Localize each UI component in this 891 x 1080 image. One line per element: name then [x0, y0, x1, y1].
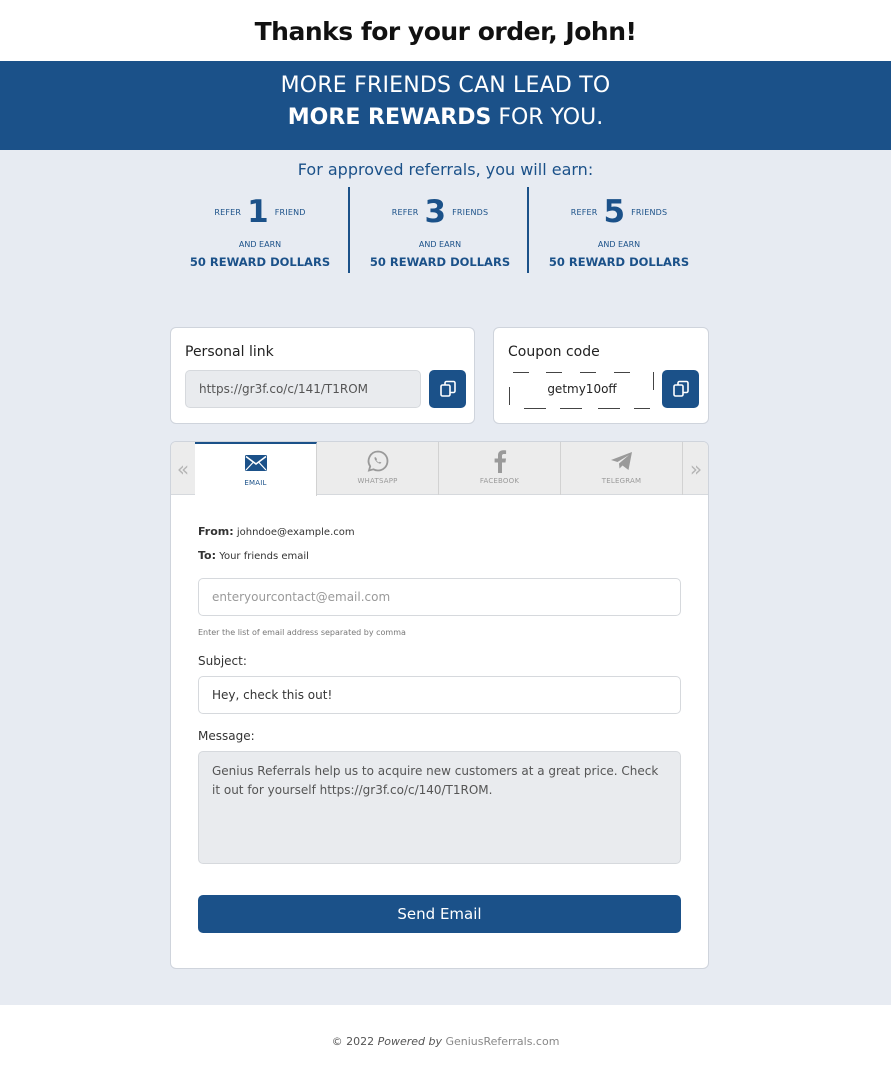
tier-unit: FRIEND: [274, 207, 306, 217]
footer: © 2022 Powered by GeniusReferrals.com: [0, 1005, 891, 1080]
share-tabs: « EMAIL WHATSAPP FACEBOOK TELEGRAM »: [171, 442, 708, 496]
coupon-card: Coupon code getmy10off: [493, 327, 709, 424]
subject-input[interactable]: Hey, check this out!: [198, 676, 681, 714]
from-label: From:: [198, 525, 234, 538]
tabs-next-arrow[interactable]: »: [684, 442, 708, 495]
tabs-prev-arrow[interactable]: «: [171, 442, 195, 495]
facebook-icon: [494, 450, 506, 473]
banner-line-2-rest: FOR YOU.: [491, 105, 604, 130]
share-panel: « EMAIL WHATSAPP FACEBOOK TELEGRAM » Fro…: [170, 441, 709, 969]
earn-intro: For approved referrals, you will earn:: [297, 160, 594, 179]
copy-icon: [439, 380, 456, 397]
coupon-label: Coupon code: [508, 344, 600, 360]
tier-and-earn: AND EARN: [238, 240, 282, 249]
to-row: To: Your friends email: [198, 549, 309, 562]
footer-copyright: © 2022: [331, 1035, 378, 1048]
tier-and-earn: AND EARN: [597, 240, 641, 249]
recipients-hint: Enter the list of email address separate…: [198, 628, 406, 637]
tier-refer-label: REFER: [570, 207, 598, 217]
from-row: From: johndoe@example.com: [198, 525, 355, 538]
send-email-button[interactable]: Send Email: [198, 895, 681, 933]
telegram-icon: [610, 452, 632, 470]
tier-reward: 50 REWARD DOLLARS: [369, 255, 511, 269]
page-title: Thanks for your order, John!: [254, 17, 637, 46]
tab-whatsapp[interactable]: WHATSAPP: [317, 442, 439, 495]
copy-coupon-button[interactable]: [662, 370, 699, 408]
tier-unit: FRIENDS: [452, 207, 489, 217]
tier-refer-label: REFER: [391, 207, 419, 217]
tab-label: FACEBOOK: [479, 477, 520, 485]
to-label: To:: [198, 549, 216, 562]
personal-link-field[interactable]: https://gr3f.co/c/141/T1ROM: [185, 370, 421, 408]
banner-line-1: MORE FRIENDS CAN LEAD TO: [280, 73, 611, 98]
whatsapp-icon: [367, 450, 388, 472]
tab-facebook[interactable]: FACEBOOK: [439, 442, 561, 495]
subject-label: Subject:: [198, 654, 247, 668]
tab-email[interactable]: EMAIL: [195, 442, 317, 496]
reward-tier-3: REFER 5 FRIENDS AND EARN 50 REWARD DOLLA…: [529, 192, 709, 269]
copy-link-button[interactable]: [429, 370, 466, 408]
tier-count: 5: [603, 194, 626, 230]
tab-label: WHATSAPP: [357, 477, 398, 485]
tier-reward: 50 REWARD DOLLARS: [189, 255, 331, 269]
tier-reward: 50 REWARD DOLLARS: [548, 255, 690, 269]
tier-count: 1: [247, 194, 269, 230]
tier-unit: FRIENDS: [631, 207, 668, 217]
reward-tier-2: REFER 3 FRIENDS AND EARN 50 REWARD DOLLA…: [350, 192, 530, 269]
tab-telegram[interactable]: TELEGRAM: [561, 442, 683, 495]
rewards-banner: MORE FRIENDS CAN LEAD TO MORE REWARDS FO…: [0, 61, 891, 150]
envelope-icon: [244, 455, 267, 471]
message-textarea[interactable]: Genius Referrals help us to acquire new …: [198, 751, 681, 864]
footer-brand-link[interactable]: GeniusReferrals.com: [442, 1035, 559, 1048]
coupon-code-box[interactable]: getmy10off: [508, 372, 656, 409]
recipients-input[interactable]: enteryourcontact@email.com: [198, 578, 681, 616]
coupon-code: getmy10off: [547, 382, 617, 396]
tab-label: EMAIL: [244, 479, 267, 487]
tier-count: 3: [424, 194, 447, 230]
copy-icon: [672, 380, 689, 397]
message-label: Message:: [198, 729, 255, 743]
footer-powered-by: Powered by: [377, 1035, 442, 1048]
tab-label: TELEGRAM: [601, 477, 642, 485]
tier-refer-label: REFER: [214, 207, 242, 217]
from-value: johndoe@example.com: [236, 527, 355, 538]
tier-and-earn: AND EARN: [418, 240, 462, 249]
main-content: For approved referrals, you will earn: R…: [0, 150, 891, 1005]
reward-tier-1: REFER 1 FRIEND AND EARN 50 REWARD DOLLAR…: [170, 192, 350, 269]
to-value: Your friends email: [219, 551, 309, 562]
personal-link-card: Personal link https://gr3f.co/c/141/T1RO…: [170, 327, 475, 424]
personal-link-label: Personal link: [185, 344, 274, 360]
banner-line-2: MORE REWARDS FOR YOU.: [0, 105, 891, 131]
banner-highlight: MORE REWARDS: [287, 105, 492, 130]
